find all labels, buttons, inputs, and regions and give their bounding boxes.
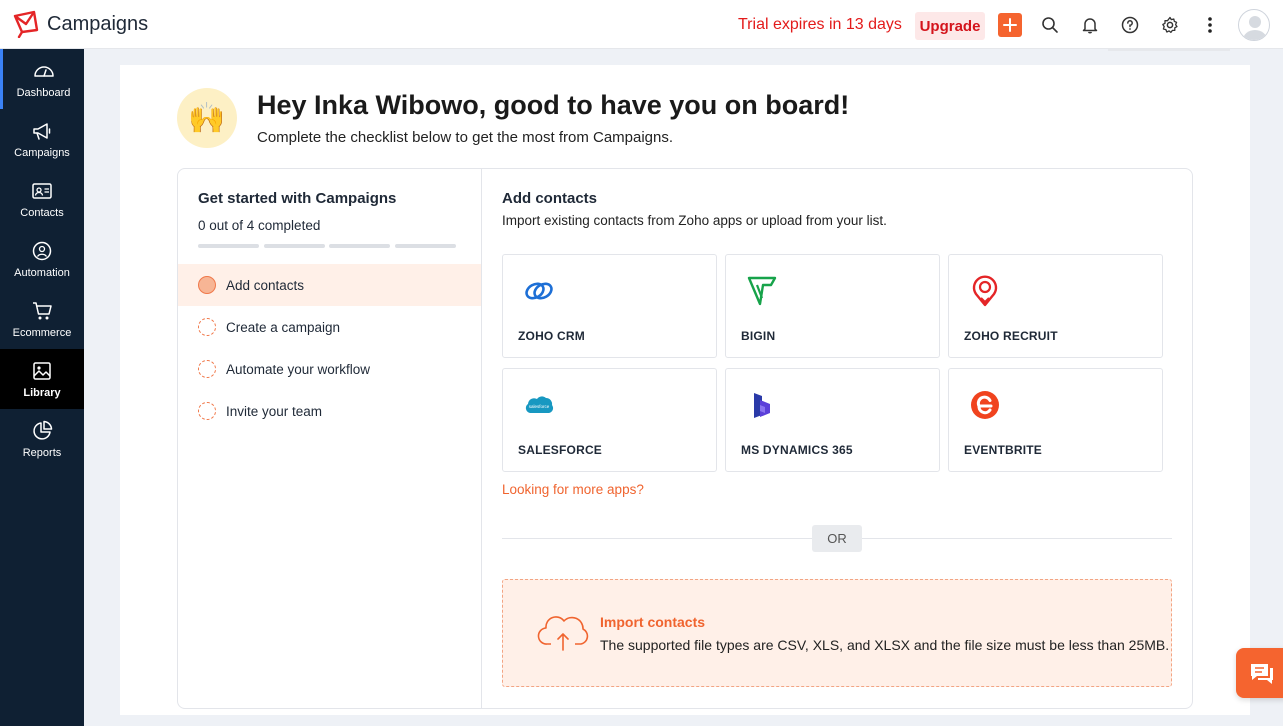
app-name: SALESFORCE — [518, 443, 603, 457]
campaigns-logo-icon — [13, 10, 39, 38]
sidebar-item-label: Ecommerce — [12, 326, 72, 339]
search-button[interactable] — [1040, 15, 1060, 35]
checklist-step-invite-team[interactable]: Invite your team — [178, 390, 481, 432]
step-status-circle — [198, 318, 216, 336]
sidebar-item-contacts[interactable]: Contacts — [0, 169, 84, 229]
megaphone-icon — [33, 122, 51, 140]
sidebar-item-label: Automation — [14, 266, 70, 279]
sidebar-item-label: Library — [23, 386, 61, 399]
contact-card-icon — [32, 182, 52, 199]
help-icon — [1121, 16, 1139, 34]
app-name: MS DYNAMICS 365 — [741, 443, 853, 457]
ms-dynamics-icon — [744, 387, 780, 423]
sidebar-item-library[interactable]: Library — [0, 349, 84, 409]
cloud-upload-icon — [537, 616, 589, 651]
panel-divider — [481, 169, 482, 708]
page-subtitle: Complete the checklist below to get the … — [257, 129, 674, 146]
more-apps-link[interactable]: Looking for more apps? — [502, 482, 644, 497]
app-name: ZOHO RECRUIT — [964, 329, 1058, 343]
app-name: ZOHO CRM — [518, 329, 585, 343]
trial-expiry-text[interactable]: Trial expires in 13 days — [738, 16, 902, 34]
app-card-zoho-recruit[interactable]: ZOHO RECRUIT — [948, 254, 1163, 358]
sidebar-item-label: Reports — [22, 446, 62, 459]
bell-icon — [1082, 18, 1098, 34]
pie-chart-icon — [33, 420, 53, 440]
sidebar-item-ecommerce[interactable]: Ecommerce — [0, 289, 84, 349]
app-card-ms-dynamics-365[interactable]: MS DYNAMICS 365 — [725, 368, 940, 472]
app-card-zoho-crm[interactable]: ZOHO CRM — [502, 254, 717, 358]
page-title: Hey Inka Wibowo, good to have you on boa… — [257, 90, 850, 120]
sidebar-item-label: Dashboard — [16, 86, 71, 99]
sidebar: Dashboard Campaigns Contacts Automation — [0, 49, 84, 726]
step-label: Invite your team — [226, 403, 323, 419]
step-status-circle — [198, 402, 216, 420]
sidebar-item-dashboard[interactable]: Dashboard — [0, 49, 84, 109]
more-options-button[interactable] — [1200, 15, 1220, 35]
sidebar-item-label: Contacts — [20, 206, 64, 219]
create-new-button[interactable] — [998, 13, 1022, 37]
sidebar-item-automation[interactable]: Automation — [0, 229, 84, 289]
import-contacts-dropzone[interactable] — [502, 579, 1172, 687]
app-card-salesforce[interactable]: salesforce SALESFORCE — [502, 368, 717, 472]
app-name: BIGIN — [741, 329, 776, 343]
help-button[interactable] — [1120, 15, 1140, 35]
bigin-icon — [744, 273, 780, 309]
gear-icon — [1162, 16, 1178, 34]
step-label: Add contacts — [226, 277, 305, 293]
section-title: Add contacts — [502, 190, 598, 207]
progress-segment — [264, 244, 325, 248]
sidebar-item-label: Campaigns — [14, 146, 70, 159]
cart-icon — [33, 301, 52, 319]
sidebar-item-campaigns[interactable]: Campaigns — [0, 109, 84, 169]
sidebar-item-reports[interactable]: Reports — [0, 409, 84, 469]
automation-icon — [32, 241, 52, 260]
progress-segment — [395, 244, 456, 248]
settings-button[interactable] — [1160, 15, 1180, 35]
salesforce-icon: salesforce — [521, 387, 557, 423]
checklist-title: Get started with Campaigns — [198, 190, 397, 207]
or-divider-label: OR — [812, 525, 862, 552]
import-contacts-description: The supported file types are CSV, XLS, a… — [600, 637, 1170, 653]
top-bar: Campaigns Trial expires in 13 days Upgra… — [0, 0, 1283, 49]
app-card-eventbrite[interactable]: EVENTBRITE — [948, 368, 1163, 472]
plus-icon — [1003, 18, 1017, 32]
eventbrite-icon — [967, 387, 1003, 423]
dashboard-icon — [33, 65, 54, 77]
chat-support-button[interactable] — [1236, 648, 1283, 698]
app-card-bigin[interactable]: BIGIN — [725, 254, 940, 358]
upgrade-button[interactable]: Upgrade — [915, 12, 985, 40]
search-icon — [1042, 17, 1058, 33]
raising-hands-emoji: 🙌 — [177, 88, 237, 148]
progress-segment — [198, 244, 259, 248]
svg-text:salesforce: salesforce — [529, 404, 550, 409]
section-subtitle: Import existing contacts from Zoho apps … — [502, 213, 887, 228]
image-icon — [33, 361, 51, 380]
step-status-circle — [198, 360, 216, 378]
checklist-step-create-campaign[interactable]: Create a campaign — [178, 306, 481, 348]
step-label: Automate your workflow — [226, 361, 371, 377]
step-status-circle — [198, 276, 216, 294]
brand[interactable]: Campaigns — [12, 10, 148, 38]
zoho-recruit-icon — [967, 273, 1003, 309]
step-label: Create a campaign — [226, 319, 341, 335]
chat-icon — [1251, 664, 1273, 684]
progress-segment — [329, 244, 390, 248]
import-contacts-title[interactable]: Import contacts — [600, 614, 705, 630]
zoho-crm-icon — [521, 273, 557, 309]
header-shadow — [1108, 49, 1230, 51]
checklist-step-automate-workflow[interactable]: Automate your workflow — [178, 348, 481, 390]
app-title: Campaigns — [47, 12, 149, 35]
notifications-button[interactable] — [1080, 15, 1100, 35]
checklist-step-add-contacts[interactable]: Add contacts — [178, 264, 481, 306]
user-avatar-icon — [1243, 16, 1267, 40]
avatar[interactable] — [1238, 9, 1270, 41]
more-vertical-icon — [1208, 17, 1212, 33]
checklist-progress-text: 0 out of 4 completed — [198, 218, 321, 233]
app-name: EVENTBRITE — [964, 443, 1043, 457]
